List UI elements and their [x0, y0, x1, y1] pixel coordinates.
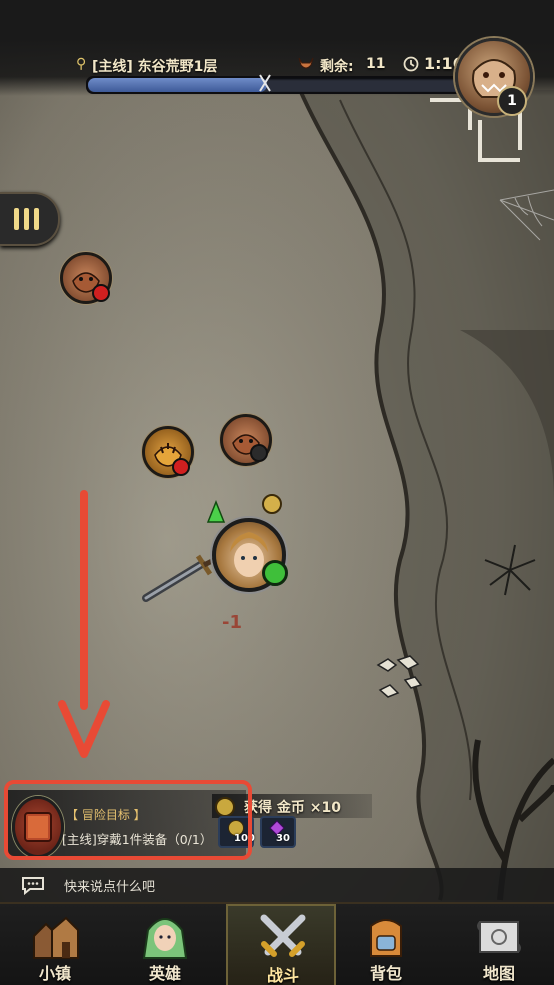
annotation-arrow — [80, 490, 88, 710]
loot-item-crystal: 30 — [260, 816, 296, 848]
tab-hero[interactable]: 英雄 — [110, 904, 220, 985]
menu-button[interactable] — [0, 192, 60, 246]
damage-number: -1 — [222, 612, 242, 633]
boss-level-badge: 1 — [497, 86, 527, 116]
annotation-arrowhead — [58, 700, 110, 758]
bottom-navigation: 小镇 英雄 战斗 背包 地图 — [0, 902, 554, 985]
crossed-swords-icon — [260, 914, 306, 957]
tab-battle[interactable]: 战斗 — [226, 904, 336, 985]
tab-map[interactable]: 地图 — [444, 904, 554, 985]
remaining-label: 剩余: — [320, 59, 354, 75]
tab-map-label: 地图 — [482, 964, 515, 983]
hero-status-indicator — [262, 560, 288, 586]
backpack-icon — [370, 919, 402, 957]
direction-arrow-icon — [206, 500, 226, 523]
loot-item-count: 30 — [276, 833, 290, 844]
chat-input-placeholder[interactable]: 快来说点什么吧 — [64, 876, 155, 895]
remaining-count: 11 — [366, 56, 386, 72]
quest-location: [主线] 东谷荒野1层 — [92, 59, 218, 75]
loot-gain-text: 获得 金币 ×10 — [244, 800, 341, 816]
gold-coin-icon — [262, 494, 282, 514]
tab-backpack[interactable]: 背包 — [331, 904, 441, 985]
town-icon — [33, 916, 79, 959]
annotation-highlight-box — [4, 780, 252, 860]
stage-progress-bar — [86, 76, 470, 94]
tab-town[interactable]: 小镇 — [0, 904, 110, 985]
enemy-status-indicator — [92, 284, 110, 302]
crossed-swords-marker-icon — [259, 74, 271, 92]
monster-head-icon — [298, 57, 314, 69]
game-screen: ⚲ [主线] 东谷荒野1层 剩余: 11 1:16 1 -1 【 冒险目标 】 … — [0, 0, 554, 985]
tab-backpack-label: 背包 — [369, 964, 402, 983]
enemy-status-indicator — [250, 444, 268, 462]
tab-hero-label: 英雄 — [148, 964, 181, 983]
location-pin-icon: ⚲ — [76, 56, 87, 72]
clock-icon — [403, 56, 419, 72]
chat-bubble-icon[interactable] — [20, 875, 46, 895]
tab-battle-label: 战斗 — [266, 966, 299, 985]
map-scroll-icon — [477, 921, 521, 953]
enemy-status-indicator — [172, 458, 190, 476]
hero-icon — [142, 918, 188, 959]
stage-progress-fill — [88, 78, 267, 92]
tab-town-label: 小镇 — [38, 964, 71, 983]
pause-bars-icon — [14, 208, 39, 230]
